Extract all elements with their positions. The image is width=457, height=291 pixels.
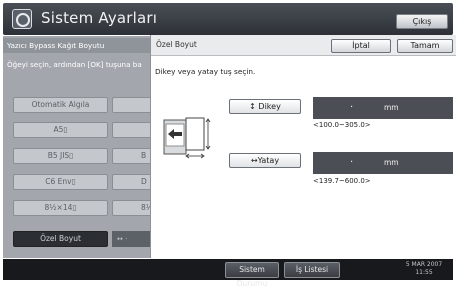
title-bar: Sistem Ayarları Çıkış [3,3,453,35]
left-col2-button-1[interactable] [112,97,152,113]
legal-size-button[interactable]: 8½×14▯ [13,200,108,216]
cancel-button[interactable]: İptal [331,39,391,53]
horizontal-value: . [350,154,354,165]
horizontal-button[interactable]: ↔Yatay [229,153,301,168]
left-col2-button-3[interactable]: B [112,148,152,164]
status-bar: Sistem Durumu İş Listesi 5 MAR 2007 11:5… [3,259,453,288]
horizontal-range: <139.7~600.0> [313,177,371,185]
dialog-title: Özel Boyut [156,40,197,49]
date: 5 MAR 2007 [405,261,443,268]
system-settings-icon [12,9,32,29]
paper-tray-icon [163,117,211,159]
vertical-button[interactable]: ↕ Dikey [229,99,301,114]
vertical-value-field[interactable]: . mm [313,97,453,119]
dialog-instruction: Dikey veya yatay tuş seçin. [155,67,256,76]
system-status-button[interactable]: Sistem Durumu [225,262,279,288]
horizontal-unit: mm [384,158,399,167]
left-direction-strip: ↔ · [112,231,152,247]
c6-env-button[interactable]: C6 Env▯ [13,174,108,190]
b5-jis-button[interactable]: B5 JIS▯ [13,148,108,164]
vertical-value: . [350,99,354,110]
vertical-range: <100.0~305.0> [313,121,371,129]
app-title: Sistem Ayarları [41,9,158,27]
exit-button[interactable]: Çıkış [396,14,448,29]
left-panel-instruction: Öğeyi seçin, ardından [OK] tuşuna ba [7,60,142,69]
a5-button[interactable]: A5▯ [13,122,108,138]
left-col2-button-2[interactable] [112,122,152,138]
time: 11:55 [415,269,433,276]
dialog-header: Özel Boyut İptal Tamam [151,35,456,56]
vertical-unit: mm [384,103,399,112]
date-time: 5 MAR 2007 11:55 [398,261,450,277]
screen: Sistem Ayarları Çıkış Yazıcı Bypass Kağı… [0,0,457,288]
auto-detect-button[interactable]: Otomatik Algıla [13,97,108,113]
custom-size-button[interactable]: Özel Boyut [13,231,108,247]
job-list-button[interactable]: İş Listesi [284,262,340,278]
left-col2-button-5[interactable]: 8½ [112,200,153,216]
horizontal-value-field[interactable]: . mm [313,152,453,174]
custom-size-dialog: Özel Boyut İptal Tamam Dikey veya yatay … [150,35,456,258]
left-col2-button-4[interactable]: D [112,174,152,190]
ok-button[interactable]: Tamam [397,39,453,53]
left-panel-header: Yazıcı Bypass Kağıt Boyutu [3,38,153,53]
